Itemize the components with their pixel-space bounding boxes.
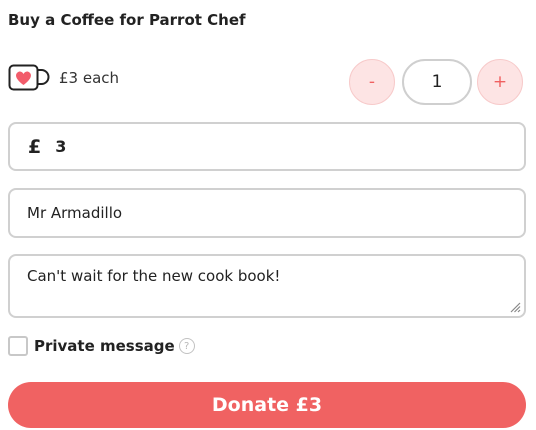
decrease-quantity-button[interactable]: -: [349, 59, 395, 105]
message-field[interactable]: Can't wait for the new cook book!: [8, 254, 526, 318]
amount-field[interactable]: £ 3: [8, 122, 526, 171]
message-text: Can't wait for the new cook book!: [27, 267, 281, 285]
private-message-label[interactable]: Private message: [34, 337, 175, 355]
donate-button[interactable]: Donate £3: [8, 382, 526, 428]
price-each-label: £3 each: [59, 69, 120, 87]
price-row: £3 each: [8, 64, 119, 92]
increase-quantity-button[interactable]: +: [477, 59, 523, 105]
private-message-checkbox[interactable]: [8, 336, 28, 356]
coffee-cup-heart-icon: [8, 64, 50, 91]
currency-symbol: £: [28, 135, 42, 158]
widget-title: Buy a Coffee for Parrot Chef: [8, 11, 246, 29]
private-message-row: Private message ?: [8, 336, 195, 356]
help-icon[interactable]: ?: [178, 338, 195, 354]
quantity-input[interactable]: 1: [402, 59, 472, 105]
resize-grip-icon[interactable]: [509, 301, 521, 313]
buy-coffee-widget: Buy a Coffee for Parrot Chef £3 each - 1…: [0, 0, 536, 430]
amount-value: 3: [55, 137, 67, 156]
name-field[interactable]: Mr Armadillo: [8, 188, 526, 238]
